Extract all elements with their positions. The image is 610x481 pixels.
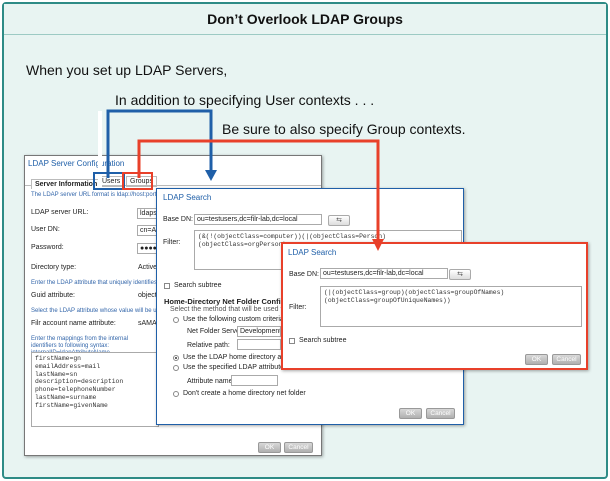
groups-callout-arrow bbox=[137, 139, 384, 251]
users-callout-arrow bbox=[98, 109, 217, 191]
callout-arrows bbox=[93, 109, 384, 251]
